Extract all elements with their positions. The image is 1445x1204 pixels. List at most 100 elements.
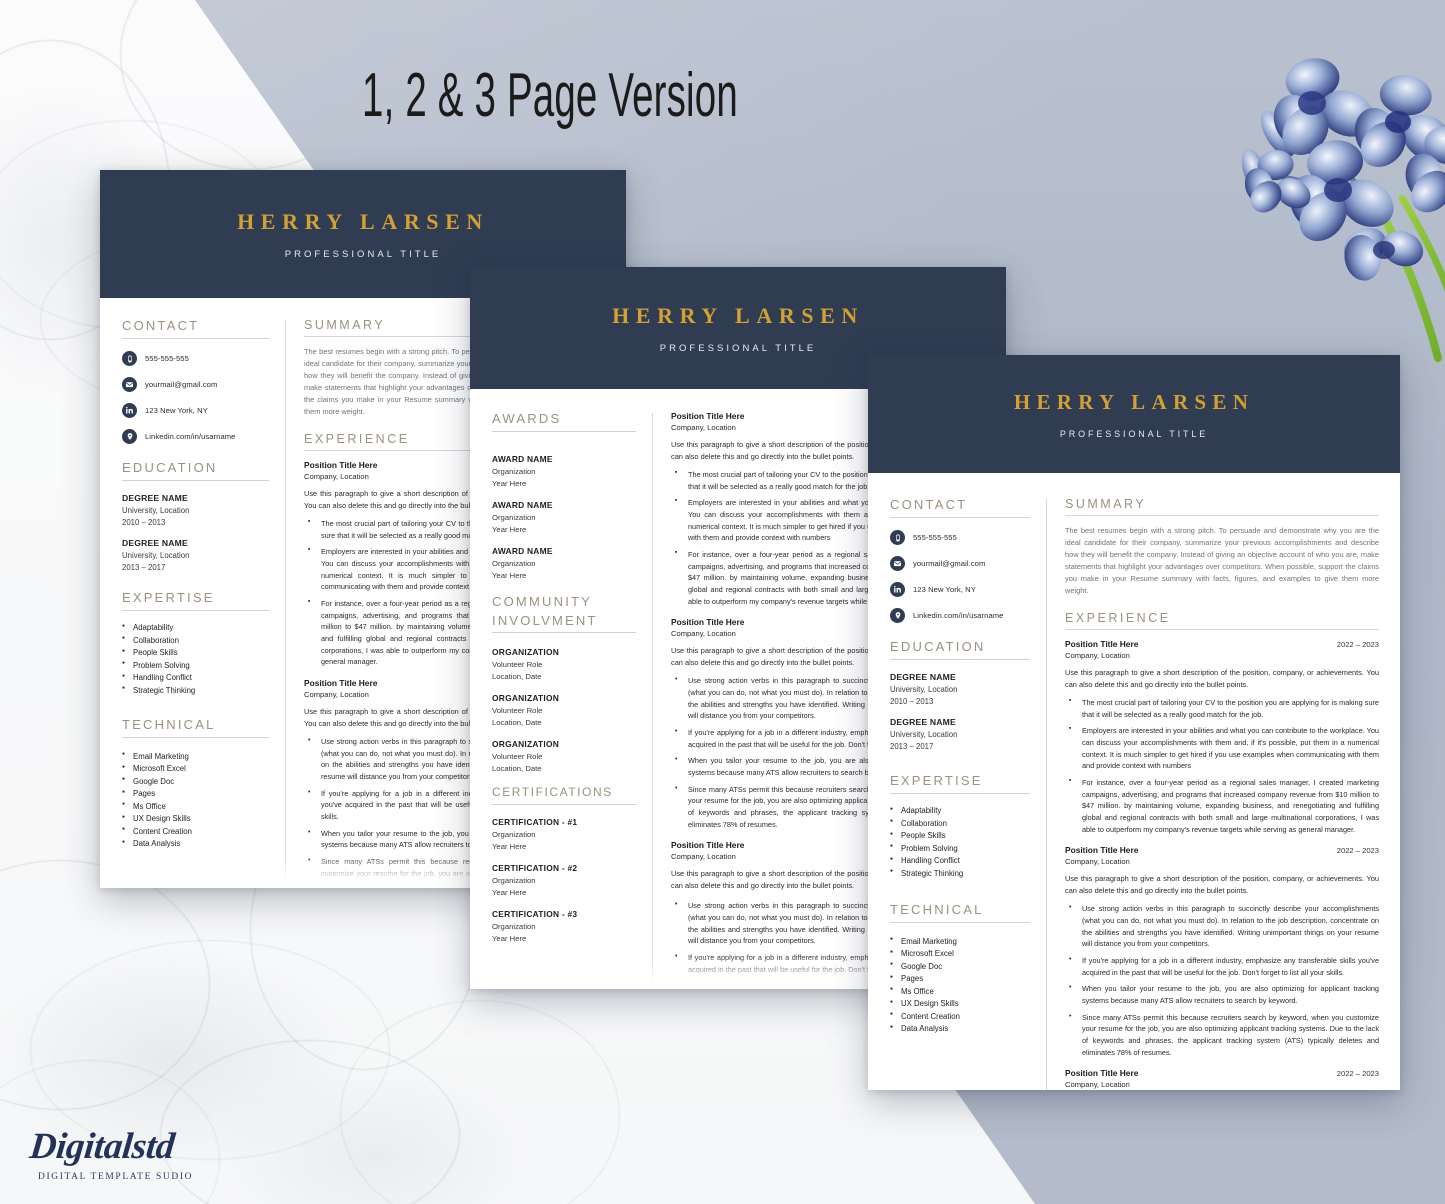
list-item: Collaboration bbox=[890, 818, 1030, 828]
contact-address-text: 123 New York, NY bbox=[913, 585, 976, 594]
education-school: University, Location bbox=[890, 685, 958, 694]
education-years: 2013 – 2017 bbox=[890, 742, 934, 751]
education-item: DEGREE NAME University, Location 2013 – … bbox=[890, 717, 1030, 751]
contact-linkedin-text: Linkedin.com/in/usarname bbox=[145, 432, 236, 441]
resume-name: HERRY LARSEN bbox=[612, 302, 864, 328]
certifications-heading: CERTIFICATIONS bbox=[492, 785, 636, 805]
list-item: UX Design Skills bbox=[890, 999, 1030, 1009]
certification-year: Year Here bbox=[492, 888, 527, 897]
expertise-heading: EXPERTISE bbox=[890, 773, 1030, 794]
certification-year: Year Here bbox=[492, 934, 527, 943]
job-title: Position Title Here bbox=[1065, 638, 1139, 649]
expertise-list: Adaptability Collaboration People Skills… bbox=[890, 806, 1030, 878]
page3-sidebar: CONTACT 555-555-555 yourmail@gmail.com 1… bbox=[868, 497, 1046, 1090]
contact-item-email[interactable]: yourmail@gmail.com bbox=[122, 377, 269, 392]
community-loc: Location, Date bbox=[492, 718, 542, 727]
education-degree: DEGREE NAME bbox=[122, 538, 188, 548]
contact-item-linkedin[interactable]: Linkedin.com/in/usarname bbox=[890, 608, 1030, 623]
community-role: Volunteer Role bbox=[492, 660, 543, 669]
award-item: AWARD NAME Organization Year Here bbox=[492, 454, 636, 488]
job-dates: 2022 – 2023 bbox=[1336, 846, 1379, 856]
certification-org: Organization bbox=[492, 922, 536, 931]
list-item: Problem Solving bbox=[890, 843, 1030, 853]
contact-item-address[interactable]: 123 New York, NY bbox=[890, 582, 1030, 597]
job-dates: 2022 – 2023 bbox=[1336, 1069, 1379, 1079]
technical-heading: TECHNICAL bbox=[890, 902, 1030, 923]
job-bullets: Use strong action verbs in this paragrap… bbox=[1065, 902, 1379, 1059]
contact-email-text: yourmail@gmail.com bbox=[913, 559, 986, 568]
job-company: Company, Location bbox=[1065, 1080, 1130, 1090]
location-pin-icon bbox=[890, 608, 905, 623]
contact-phone-text: 555-555-555 bbox=[145, 354, 189, 363]
community-item: ORGANIZATION Volunteer Role Location, Da… bbox=[492, 647, 636, 681]
list-item: When you tailor your resume to the job, … bbox=[1065, 982, 1379, 1006]
list-item: Data Analysis bbox=[122, 839, 269, 849]
award-year: Year Here bbox=[492, 479, 527, 488]
envelope-icon bbox=[122, 377, 137, 392]
poster-stage: 1, 2 & 3 Page Version HERRY LARSEN PROFE… bbox=[0, 0, 1445, 1204]
linkedin-icon bbox=[122, 403, 137, 418]
list-item: Strategic Thinking bbox=[890, 868, 1030, 878]
page2-sidebar: AWARDS AWARD NAME Organization Year Here… bbox=[470, 411, 652, 989]
page-title: 1, 2 & 3 Page Version bbox=[362, 61, 738, 130]
education-degree: DEGREE NAME bbox=[890, 717, 956, 727]
list-item: Email Marketing bbox=[890, 936, 1030, 946]
certification-item: CERTIFICATION - #2 Organization Year Her… bbox=[492, 863, 636, 897]
list-item: Handling Conflict bbox=[890, 856, 1030, 866]
awards-heading: AWARDS bbox=[492, 411, 636, 432]
list-item: The most crucial part of tailoring your … bbox=[1065, 697, 1379, 720]
education-heading: EDUCATION bbox=[122, 460, 269, 481]
job-dates: 2022 – 2023 bbox=[1336, 639, 1379, 649]
job-intro: Use this paragraph to give a short descr… bbox=[1065, 874, 1379, 896]
linkedin-icon bbox=[890, 582, 905, 597]
list-item: Handling Conflict bbox=[122, 673, 269, 683]
list-item: Content Creation bbox=[890, 1011, 1030, 1021]
certification-name: CERTIFICATION - #2 bbox=[492, 863, 578, 873]
contact-item-linkedin[interactable]: Linkedin.com/in/usarname bbox=[122, 429, 269, 444]
list-item: If you're applying for a job in a differ… bbox=[1065, 954, 1379, 978]
award-org: Organization bbox=[492, 513, 536, 522]
list-item: People Skills bbox=[890, 831, 1030, 841]
expertise-heading: EXPERTISE bbox=[122, 590, 269, 611]
contact-email-text: yourmail@gmail.com bbox=[145, 380, 218, 389]
contact-linkedin-text: Linkedin.com/in/usarname bbox=[913, 611, 1004, 620]
certification-year: Year Here bbox=[492, 842, 527, 851]
summary-heading: SUMMARY bbox=[1065, 497, 1379, 516]
list-item: People Skills bbox=[122, 648, 269, 658]
community-loc: Location, Date bbox=[492, 764, 542, 773]
contact-heading: CONTACT bbox=[122, 318, 269, 339]
award-name: AWARD NAME bbox=[492, 500, 553, 510]
education-years: 2010 – 2013 bbox=[890, 697, 934, 706]
job-title: Position Title Here bbox=[1065, 1068, 1139, 1079]
contact-address-text: 123 New York, NY bbox=[145, 406, 208, 415]
list-item: Since many ATSs permit this because recr… bbox=[1065, 1011, 1379, 1059]
education-degree: DEGREE NAME bbox=[890, 672, 956, 682]
community-org: ORGANIZATION bbox=[492, 739, 560, 749]
resume-subtitle: PROFESSIONAL TITLE bbox=[284, 248, 442, 260]
award-year: Year Here bbox=[492, 525, 527, 534]
contact-phone-text: 555-555-555 bbox=[913, 533, 957, 542]
job-bullets: The most crucial part of tailoring your … bbox=[1065, 697, 1379, 835]
list-item: Collaboration bbox=[122, 635, 269, 645]
list-item: Pages bbox=[122, 789, 269, 799]
experience-heading: EXPERIENCE bbox=[1065, 611, 1379, 630]
community-item: ORGANIZATION Volunteer Role Location, Da… bbox=[492, 739, 636, 773]
community-heading-line1: COMMUNITY bbox=[492, 594, 593, 609]
resume-page-3[interactable]: HERRY LARSEN PROFESSIONAL TITLE CONTACT … bbox=[868, 355, 1400, 1090]
education-school: University, Location bbox=[122, 551, 190, 560]
list-item: Microsoft Excel bbox=[122, 764, 269, 774]
contact-item-address[interactable]: 123 New York, NY bbox=[122, 403, 269, 418]
community-heading-line2: INVOLVMENT bbox=[492, 613, 598, 628]
phone-icon bbox=[890, 530, 905, 545]
community-loc: Location, Date bbox=[492, 672, 542, 681]
list-item: Data Analysis bbox=[890, 1024, 1030, 1034]
education-years: 2010 – 2013 bbox=[122, 518, 166, 527]
contact-item-phone[interactable]: 555-555-555 bbox=[890, 530, 1030, 545]
education-years: 2013 – 2017 bbox=[122, 563, 166, 572]
resume-subtitle: PROFESSIONAL TITLE bbox=[1059, 428, 1209, 439]
contact-item-email[interactable]: yourmail@gmail.com bbox=[890, 556, 1030, 571]
contact-item-phone[interactable]: 555-555-555 bbox=[122, 351, 269, 366]
experience-job: Position Title Here 2022 – 2023 Company,… bbox=[1065, 639, 1379, 835]
certification-name: CERTIFICATION - #3 bbox=[492, 909, 578, 919]
list-item: Email Marketing bbox=[122, 751, 269, 761]
